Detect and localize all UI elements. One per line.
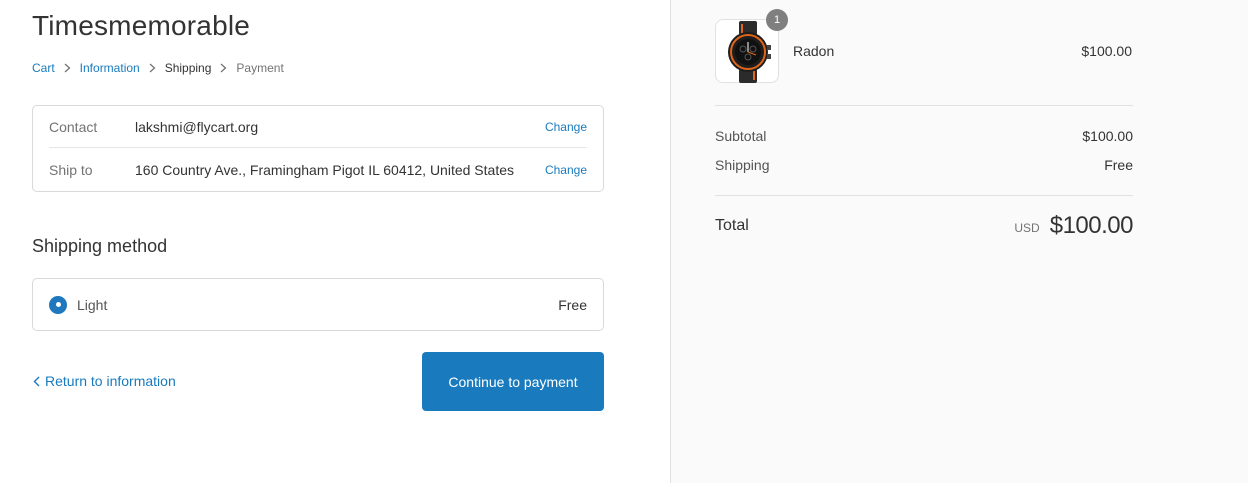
order-summary-sidebar: 1 Radon $100.00 Subtotal $100.00 Shippin… [670,0,1248,483]
chevron-right-icon [211,61,236,75]
total-amount: $100.00 [1049,212,1134,239]
watch-icon [728,21,771,83]
checkout-page: Timesmemorable Cart Information Shipping… [0,0,1248,483]
review-block: Contact lakshmi@flycart.org Change Ship … [32,105,604,192]
contact-value: lakshmi@flycart.org [135,118,259,135]
radio-dot-icon [55,302,61,307]
divider [715,105,1133,106]
breadcrumb: Cart Information Shipping Payment [32,60,284,76]
ship-to-label: Ship to [49,162,93,178]
total-row: Total USD $100.00 [715,212,1134,240]
subtotal-label: Subtotal [715,128,767,144]
breadcrumb-information[interactable]: Information [80,61,140,75]
breadcrumb-cart[interactable]: Cart [32,61,55,75]
shipping-row: Shipping Free [715,157,1133,173]
shipping-radio-selected[interactable] [49,295,67,314]
shipping-method-title: Shipping method [32,236,168,256]
quantity-badge: 1 [766,9,788,31]
subtotal-row: Subtotal $100.00 [715,128,1133,144]
contact-label: Contact [49,118,98,135]
total-amount-group: USD $100.00 [1014,212,1133,240]
chevron-right-icon [55,61,80,75]
divider [715,195,1133,196]
ship-to-value: 160 Country Ave., Framingham Pigot IL 60… [135,162,514,178]
return-label: Return to information [45,373,176,389]
product-price: $100.00 [1081,43,1132,59]
continue-to-payment-button[interactable]: Continue to payment [422,352,604,411]
main-column: Timesmemorable Cart Information Shipping… [0,0,670,483]
shipping-method-name: Light [77,296,108,313]
review-row-ship-to: Ship to 160 Country Ave., Framingham Pig… [49,149,587,191]
change-ship-to-link[interactable]: Change [545,163,587,177]
subtotal-value: $100.00 [1082,128,1133,144]
breadcrumb-shipping: Shipping [164,61,212,75]
store-title[interactable]: Timesmemorable [32,10,250,42]
shipping-method-option[interactable]: Light Free [32,278,604,331]
shipping-value: Free [1104,157,1133,173]
chevron-left-icon [33,376,40,386]
shipping-method-price: Free [558,296,587,313]
change-contact-link[interactable]: Change [545,120,587,134]
currency-code: USD [1014,221,1040,235]
shipping-label: Shipping [715,157,770,173]
total-label: Total [715,217,749,234]
chevron-right-icon [140,61,165,75]
review-row-contact: Contact lakshmi@flycart.org Change [49,106,587,148]
product-name: Radon [793,43,835,59]
return-to-information-link[interactable]: Return to information [33,373,176,389]
breadcrumb-payment: Payment [236,61,284,75]
